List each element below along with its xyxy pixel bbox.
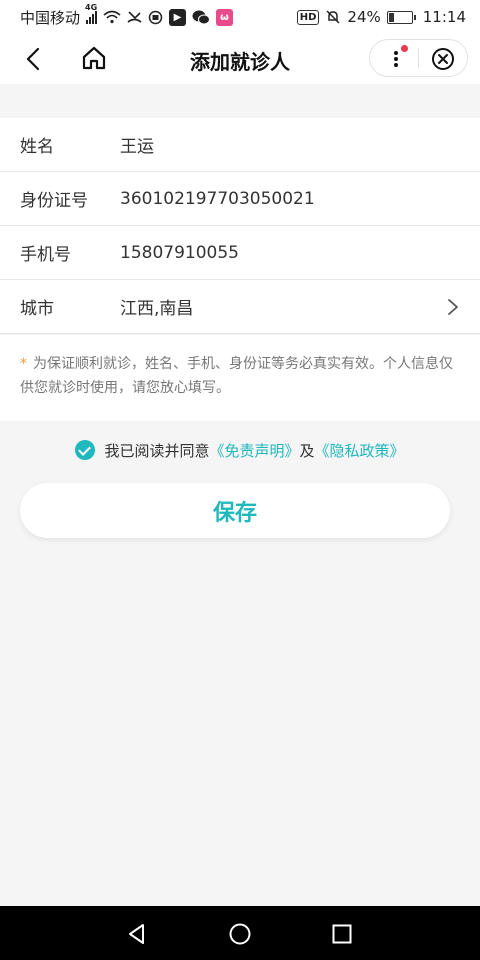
city-field[interactable]: 江西,南昌 [120, 294, 193, 319]
close-circle-icon [432, 48, 454, 70]
clock: 11:14 [422, 8, 466, 26]
battery-percent: 24% [347, 8, 381, 26]
signal-icon: 4G [85, 3, 97, 24]
disclaimer-link[interactable]: 《免责声明》 [209, 440, 299, 461]
more-dots-icon [394, 51, 398, 67]
phone-row[interactable]: 手机号 15807910055 [0, 226, 480, 280]
city-row[interactable]: 城市 江西,南昌 [0, 280, 480, 334]
nav-bar: 添加就诊人 [0, 34, 480, 84]
system-home-icon[interactable] [229, 923, 251, 945]
back-button[interactable] [20, 45, 48, 73]
city-label: 城市 [20, 299, 54, 319]
agreement-checkbox[interactable] [75, 440, 96, 460]
more-menu-button[interactable] [370, 40, 418, 76]
hd-badge: HD [296, 9, 320, 25]
wechat-icon [192, 10, 211, 24]
mute-bell-icon [326, 10, 340, 24]
back-arrow-icon [26, 47, 40, 71]
system-recents-icon[interactable] [332, 924, 352, 944]
agreement-prefix: 我已阅读并同意 [104, 441, 210, 460]
home-icon [82, 46, 106, 70]
mini-program-capsule [369, 39, 468, 77]
pink-app-icon: ω [216, 8, 234, 26]
phone-label: 手机号 [20, 245, 71, 265]
notice-text: 为保证顺利就诊，姓名、手机、身份证等务必真实有效。个人信息仅供您就诊时使用，请您… [20, 356, 453, 396]
chevron-right-icon [448, 299, 458, 315]
network-type: 4G [85, 3, 98, 12]
name-field[interactable]: 王运 [120, 132, 154, 157]
phone-field[interactable]: 15807910055 [120, 243, 239, 263]
privacy-notice: * 为保证顺利就诊，姓名、手机、身份证等务必真实有效。个人信息仅供您就诊时使用，请… [0, 335, 480, 421]
system-nav-bar [0, 906, 480, 960]
status-bar: 中国移动 4G ▶ ω HD 24% 11:14 [0, 0, 480, 34]
agreement-connector: 及 [299, 441, 315, 460]
play-app-icon: ▶ [169, 8, 187, 26]
app-notify-icon [148, 10, 163, 24]
id-number-field[interactable]: 360102197703050021 [120, 189, 315, 209]
wifi-icon [103, 10, 121, 24]
close-mini-program-button[interactable] [419, 40, 467, 76]
home-button[interactable] [80, 44, 108, 72]
missed-call-icon [127, 11, 142, 23]
notice-star: * [20, 356, 27, 372]
system-back-icon[interactable] [126, 923, 148, 945]
id-number-label: 身份证号 [20, 191, 88, 211]
save-button[interactable]: 保存 [20, 483, 450, 538]
patient-form: 姓名 王运 身份证号 360102197703050021 手机号 158079… [0, 118, 480, 334]
carrier-name: 中国移动 [20, 8, 81, 27]
name-row[interactable]: 姓名 王运 [0, 118, 480, 172]
battery-icon [386, 10, 416, 24]
notification-dot [401, 45, 408, 52]
privacy-policy-link[interactable]: 《隐私政策》 [315, 440, 405, 461]
agreement-row: 我已阅读并同意 《免责声明》 及 《隐私政策》 [0, 437, 480, 463]
id-number-row[interactable]: 身份证号 360102197703050021 [0, 172, 480, 226]
name-label: 姓名 [20, 137, 54, 157]
